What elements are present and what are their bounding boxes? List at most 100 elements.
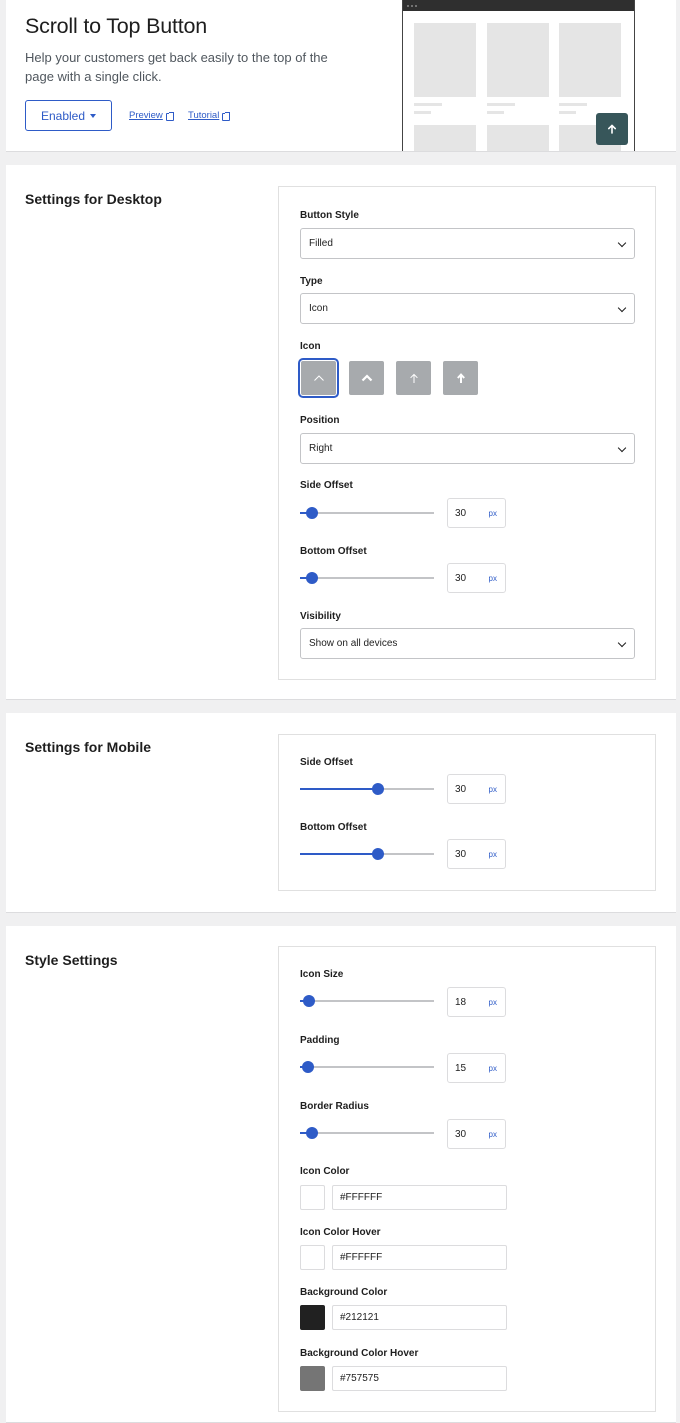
icon-color-hover-label: Icon Color Hover [300,1227,381,1238]
external-link-icon [165,111,174,121]
side-offset-slider[interactable] [300,782,434,796]
background-color-swatch[interactable] [300,1305,325,1330]
placeholder-line [559,111,576,114]
border-radius-label: Border Radius [300,1101,369,1112]
background-color-hover-label: Background Color Hover [300,1348,419,1359]
unit-label: px [488,1129,497,1139]
icon-size-label: Icon Size [300,969,344,980]
page-description: Help your customers get back easily to t… [25,50,328,84]
border-radius-input[interactable]: 30 px [447,1119,506,1149]
button-style-value: Filled [309,238,333,249]
mobile-settings-panel: Side Offset 30 px Bottom Offset 30 px [278,734,656,891]
slider-track [300,1000,434,1002]
background-color-hover-input[interactable]: #757575 [332,1366,507,1391]
placeholder-line [559,103,587,106]
placeholder-block [414,23,476,97]
slider-thumb[interactable] [306,1127,319,1139]
arrow-up-icon [608,124,616,134]
button-style-select[interactable]: Filled [300,228,635,259]
section-title: Settings for Desktop [25,191,162,207]
window-dot [411,4,413,7]
background-color-label: Background Color [300,1287,388,1298]
bottom-offset-label: Bottom Offset [300,822,367,833]
type-select[interactable]: Icon [300,293,635,324]
icon-label: Icon [300,341,321,352]
icon-size-input[interactable]: 18 px [447,987,506,1017]
icon-picker [298,358,501,398]
status-dropdown-button[interactable]: Enabled [25,100,112,131]
unit-label: px [488,573,497,583]
side-offset-slider[interactable] [300,506,434,520]
hero-card: Scroll to Top Button Help your customers… [6,0,676,152]
unit-label: px [488,997,497,1007]
tutorial-link[interactable]: Tutorial [188,110,231,121]
page-title: Scroll to Top Button [25,14,208,38]
slider-thumb[interactable] [303,995,316,1007]
slider-thumb[interactable] [306,507,319,519]
icon-color-hover-input[interactable]: #FFFFFF [332,1245,507,1270]
arrow-up-thin-icon [409,373,418,383]
placeholder-line [487,111,504,114]
icon-color-swatch[interactable] [300,1185,325,1210]
bottom-offset-input[interactable]: 30 px [447,563,506,593]
bottom-offset-input[interactable]: 30 px [447,839,506,869]
slider-fill [300,788,378,790]
side-offset-input[interactable]: 30 px [447,498,506,528]
style-settings-panel: Icon Size 18 px Padding 15 px Border Rad… [278,946,656,1412]
slider-thumb[interactable] [302,1061,315,1073]
icon-option-arrow-up-bold[interactable] [443,361,478,395]
slider-track [300,512,434,514]
slider-thumb[interactable] [371,783,384,795]
chevron-down-icon [617,303,627,313]
placeholder-block [487,23,549,97]
section-title: Settings for Mobile [25,739,151,755]
preview-link[interactable]: Preview [129,110,174,121]
placeholder-block [487,125,549,151]
style-settings-card: Style Settings Icon Size 18 px Padding 1… [6,926,676,1423]
padding-label: Padding [300,1035,340,1046]
visibility-label: Visibility [300,611,341,622]
chevron-down-icon [617,238,627,248]
icon-color-input[interactable]: #FFFFFF [332,1185,507,1210]
position-select[interactable]: Right [300,433,635,464]
unit-label: px [488,784,497,794]
slider-thumb[interactable] [371,848,384,860]
bottom-offset-slider[interactable] [300,847,434,861]
visibility-select[interactable]: Show on all devices [300,628,635,659]
side-offset-label: Side Offset [300,480,353,491]
window-dot [407,4,409,7]
browser-bar [403,0,634,11]
icon-color-value: #FFFFFF [340,1192,383,1203]
icon-option-arrow-up-thin[interactable] [396,361,431,395]
icon-color-hover-swatch[interactable] [300,1245,325,1270]
section-title: Style Settings [25,952,118,968]
border-radius-slider[interactable] [300,1126,434,1140]
padding-slider[interactable] [300,1060,434,1074]
background-color-hover-swatch[interactable] [300,1366,325,1391]
bottom-offset-slider[interactable] [300,571,434,585]
preview-link-label: Preview [129,110,163,121]
padding-input[interactable]: 15 px [447,1053,506,1083]
icon-option-caret-up-thin[interactable] [298,358,339,398]
unit-label: px [488,1063,497,1073]
slider-thumb[interactable] [306,572,319,584]
placeholder-line [414,103,442,106]
slider-track [300,1132,434,1134]
icon-size-slider[interactable] [300,994,434,1008]
arrow-up-bold-icon [456,372,465,383]
chevron-down-icon [617,638,627,648]
side-offset-input[interactable]: 30 px [447,774,506,804]
border-radius-value: 30 [455,1128,467,1140]
desktop-settings-card: Settings for Desktop Button Style Filled… [6,165,676,700]
caret-down-icon [90,113,97,118]
button-style-label: Button Style [300,210,359,221]
visibility-value: Show on all devices [309,638,398,649]
caret-up-bold-icon [361,374,372,382]
unit-label: px [488,849,497,859]
status-label: Enabled [40,108,86,123]
preview-illustration [402,0,635,151]
background-color-input[interactable]: #212121 [332,1305,507,1330]
bottom-offset-value: 30 [455,572,467,584]
icon-option-caret-up-bold[interactable] [349,361,384,395]
chevron-down-icon [617,443,627,453]
